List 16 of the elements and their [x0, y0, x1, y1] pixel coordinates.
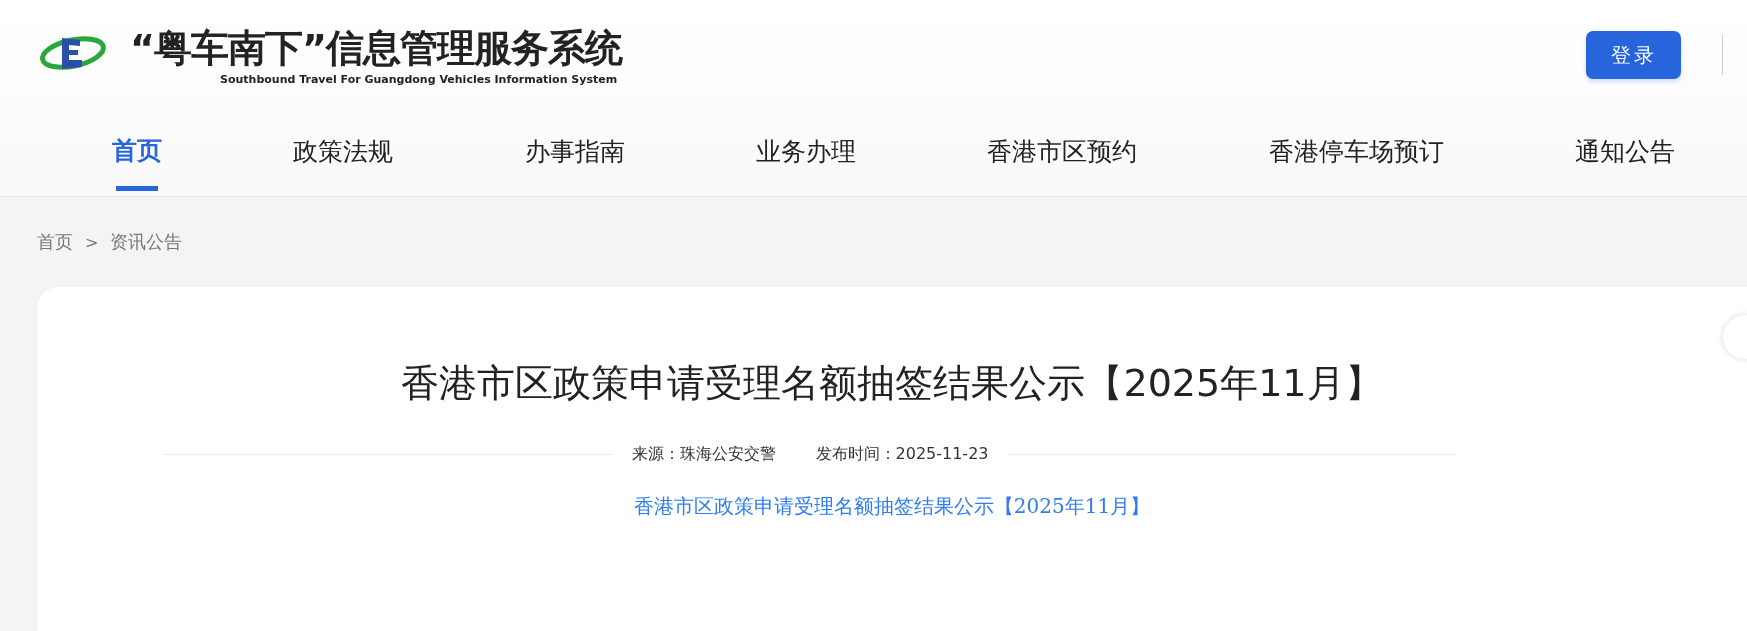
login-button[interactable]: 登录 [1586, 31, 1681, 79]
attachment-link[interactable]: 香港市区政策申请受理名额抽签结果公示【2025年11月】 [633, 494, 1151, 518]
breadcrumb-link[interactable]: 资讯公告 [110, 230, 183, 254]
publish-time: 发布时间：2025-11-23 [815, 444, 989, 465]
nav-tab[interactable]: 政策法规 [293, 110, 394, 196]
site-subtitle: Southbound Travel For Guangdong Vehicles Information System [220, 72, 618, 86]
nav-tab[interactable]: 香港市区预约 [987, 110, 1138, 196]
nav-tab[interactable]: 通知公告 [1574, 110, 1675, 196]
breadcrumb-separator: > [85, 232, 99, 252]
nav-tab[interactable]: 香港停车场预订 [1268, 110, 1444, 196]
site-title: “粤车南下”信息管理服务系统 [130, 24, 622, 71]
nav-tab[interactable]: 业务办理 [756, 110, 856, 196]
article-title: 香港市区政策申请受理名额抽签结果公示【2025年11月】 [400, 360, 1384, 407]
nav-tab[interactable]: 办事指南 [524, 110, 625, 196]
article-source: 来源：珠海公安交警 [631, 444, 776, 465]
breadcrumb-link[interactable]: 首页 [37, 230, 73, 254]
